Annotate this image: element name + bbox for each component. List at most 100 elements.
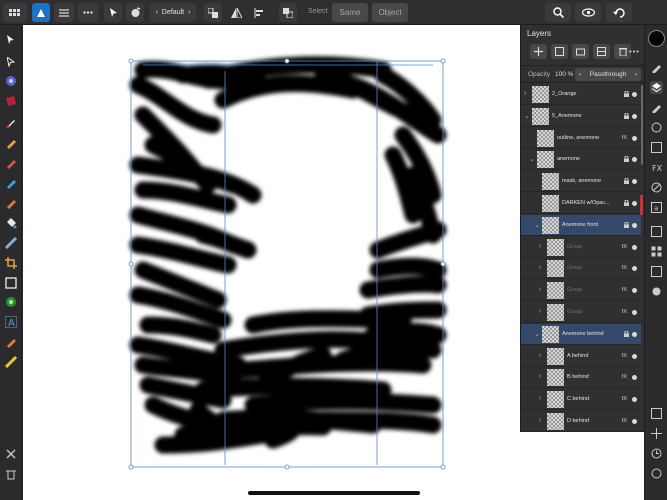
visibility-icon[interactable] bbox=[632, 179, 637, 185]
layer-row[interactable]: › B behind fX bbox=[521, 367, 641, 389]
add-group-icon[interactable] bbox=[572, 44, 589, 59]
app-logo-icon[interactable] bbox=[32, 3, 50, 22]
info-icon[interactable] bbox=[650, 467, 663, 480]
chevron-down-icon[interactable]: ⌄ bbox=[524, 112, 530, 120]
zoom-icon[interactable] bbox=[545, 3, 571, 22]
glyph-icon[interactable] bbox=[650, 285, 663, 298]
visibility-icon[interactable] bbox=[632, 201, 637, 206]
adjustments-icon[interactable] bbox=[650, 101, 663, 114]
boolean-icon[interactable] bbox=[279, 3, 297, 22]
chevron-right-icon[interactable]: › bbox=[539, 264, 541, 271]
visibility-icon[interactable] bbox=[632, 157, 637, 163]
fill-tool-icon[interactable] bbox=[4, 94, 18, 108]
fx-icon[interactable]: fX bbox=[622, 309, 627, 315]
visibility-icon[interactable] bbox=[632, 375, 637, 381]
chevron-right-icon[interactable]: › bbox=[539, 243, 541, 250]
fx-icon[interactable]: fX bbox=[622, 374, 627, 380]
chevron-right-icon[interactable]: › bbox=[539, 395, 541, 402]
add-layer-icon[interactable] bbox=[530, 44, 547, 59]
clock-icon[interactable] bbox=[650, 447, 663, 460]
color-swatch[interactable] bbox=[648, 30, 665, 47]
chevron-right-icon[interactable]: › bbox=[539, 308, 541, 315]
move-handle-icon[interactable] bbox=[650, 427, 663, 440]
visibility-icon[interactable] bbox=[632, 135, 637, 141]
visibility-icon[interactable] bbox=[632, 397, 637, 403]
fx-icon[interactable]: fX bbox=[622, 244, 627, 250]
lock-icon[interactable] bbox=[624, 221, 629, 228]
move-tool-icon[interactable] bbox=[104, 3, 122, 22]
fx-icon[interactable]: fX bbox=[622, 287, 627, 293]
fx-icon[interactable]: fX bbox=[622, 396, 627, 402]
more-icon[interactable] bbox=[78, 3, 98, 22]
fill-bucket-icon[interactable] bbox=[4, 216, 18, 230]
layers-more-icon[interactable] bbox=[625, 44, 642, 59]
layers-studio-icon[interactable] bbox=[650, 81, 663, 94]
visibility-icon[interactable] bbox=[632, 288, 637, 294]
view-mode-icon[interactable] bbox=[575, 3, 601, 22]
select-same-button[interactable]: Same bbox=[332, 3, 368, 22]
lock-icon[interactable] bbox=[624, 178, 629, 185]
layer-row[interactable]: › Group fX bbox=[521, 280, 641, 302]
text-tool-icon[interactable]: A bbox=[4, 315, 18, 329]
lock-icon[interactable] bbox=[624, 112, 629, 119]
transform-icon[interactable] bbox=[650, 407, 663, 420]
visibility-icon[interactable] bbox=[632, 244, 637, 250]
grid-icon[interactable] bbox=[3, 3, 27, 22]
chevron-right-icon[interactable]: › bbox=[539, 373, 541, 380]
fx-icon[interactable]: fX bbox=[622, 353, 627, 359]
layer-row[interactable]: › Group fX bbox=[521, 258, 641, 280]
undo-icon[interactable] bbox=[606, 3, 632, 22]
effects-icon[interactable]: FX bbox=[650, 161, 663, 174]
chevron-right-icon[interactable]: › bbox=[539, 286, 541, 293]
lock-icon[interactable] bbox=[624, 200, 629, 206]
swatches-icon[interactable] bbox=[650, 265, 663, 278]
layer-row[interactable]: › 2_Orange bbox=[521, 84, 641, 105]
visibility-icon[interactable] bbox=[632, 222, 637, 228]
layer-row[interactable]: ⌄ 5_Anemone bbox=[521, 106, 641, 127]
visibility-icon[interactable] bbox=[632, 266, 637, 272]
context-tool-icon[interactable] bbox=[126, 3, 144, 22]
layer-row[interactable]: › A behind fX bbox=[521, 346, 641, 367]
visibility-icon[interactable] bbox=[632, 331, 637, 337]
gradient-tool-icon[interactable] bbox=[4, 74, 18, 88]
chevron-down-icon[interactable]: ⌄ bbox=[534, 221, 540, 229]
ellipse-tool-icon[interactable] bbox=[4, 295, 18, 309]
layers-scrollbar[interactable] bbox=[641, 85, 643, 165]
brushes-icon[interactable] bbox=[650, 61, 663, 74]
measure-tool-icon[interactable] bbox=[4, 355, 18, 369]
style-selector[interactable]: ‹ Default › bbox=[150, 3, 196, 22]
chevron-right-icon[interactable]: › bbox=[539, 417, 541, 424]
pixel-brush-icon[interactable] bbox=[4, 196, 18, 210]
lock-icon[interactable] bbox=[624, 91, 629, 97]
rectangle-tool-icon[interactable] bbox=[4, 276, 18, 290]
assets-icon[interactable] bbox=[650, 245, 663, 258]
visibility-icon[interactable] bbox=[632, 310, 637, 315]
fx-icon[interactable]: fX bbox=[622, 418, 627, 424]
stock-icon[interactable] bbox=[650, 225, 663, 238]
layer-row[interactable]: › Group fX bbox=[521, 302, 641, 323]
chevron-down-icon[interactable]: ⌄ bbox=[534, 330, 540, 338]
chevron-right-icon[interactable]: › bbox=[539, 352, 541, 359]
lock-icon[interactable] bbox=[624, 330, 629, 337]
chevron-right-icon[interactable]: › bbox=[524, 90, 526, 97]
visibility-icon[interactable] bbox=[632, 92, 637, 97]
layer-row[interactable]: mask, anemone bbox=[521, 171, 641, 193]
visibility-icon[interactable] bbox=[632, 113, 637, 119]
chevron-down-icon[interactable]: ⌄ bbox=[529, 155, 535, 163]
layer-row[interactable]: outline, anemone fX bbox=[521, 128, 641, 149]
layer-row[interactable]: ⌄ anemone bbox=[521, 149, 641, 171]
layer-row[interactable]: › Group fX bbox=[521, 237, 641, 258]
styles-icon[interactable] bbox=[650, 141, 663, 154]
transparency-tool-icon[interactable] bbox=[4, 236, 18, 250]
history-icon[interactable] bbox=[650, 121, 663, 134]
pen-tool-icon[interactable] bbox=[4, 116, 18, 130]
color-picker-icon[interactable] bbox=[4, 335, 18, 349]
brush-tool-icon[interactable] bbox=[4, 176, 18, 190]
flip-icon[interactable] bbox=[227, 3, 245, 22]
select-object-button[interactable]: Object bbox=[372, 3, 408, 22]
layer-row[interactable]: › C behind fX bbox=[521, 389, 641, 411]
snapping-icon[interactable] bbox=[204, 3, 222, 22]
text-styles-icon[interactable]: a bbox=[650, 201, 663, 214]
vector-brush-icon[interactable] bbox=[4, 156, 18, 170]
pencil-tool-icon[interactable] bbox=[4, 136, 18, 150]
